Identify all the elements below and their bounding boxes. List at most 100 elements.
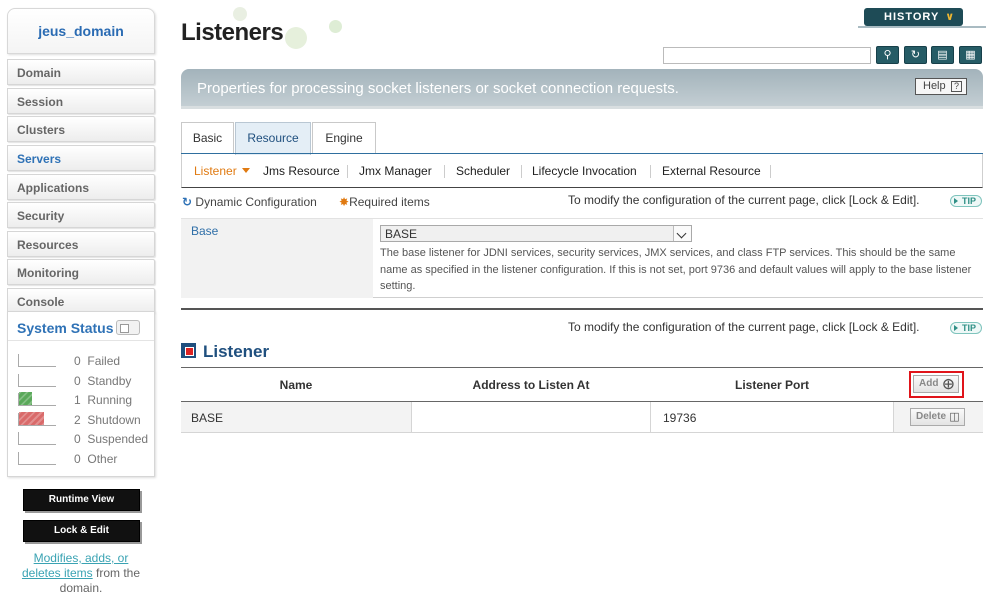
chevron-down-icon: ∨ <box>945 11 956 23</box>
status-row-shutdown: 2 Shutdown <box>18 411 148 429</box>
subnav-listener[interactable]: Listener <box>194 164 250 178</box>
divider <box>8 340 154 341</box>
required-icon: ✸ <box>339 195 350 209</box>
divider <box>770 165 771 178</box>
table-row[interactable]: BASE 19736 Delete ◫ <box>181 402 983 433</box>
status-row-failed: 0 Failed <box>18 352 148 370</box>
cell-port[interactable]: 19736 <box>651 402 893 432</box>
dynamic-config-icon: ↻ <box>182 195 193 209</box>
section-title-text: Listener <box>203 342 270 361</box>
status-count: 0 <box>74 432 81 446</box>
status-row-suspended: 0 Suspended <box>18 430 148 448</box>
base-label: Base <box>191 224 219 238</box>
sidebar-item-servers[interactable]: Servers <box>7 145 155 171</box>
sidebar-item-applications[interactable]: Applications <box>7 174 155 200</box>
status-row-running: 1 Running <box>18 391 148 409</box>
subnav-jmx-manager[interactable]: Jmx Manager <box>359 164 432 178</box>
divider <box>521 165 522 178</box>
sidebar-item-security[interactable]: Security <box>7 202 155 228</box>
status-label: Other <box>87 452 118 466</box>
domain-name[interactable]: jeus_domain <box>8 23 154 39</box>
divider <box>444 165 445 178</box>
help-button[interactable]: Help ? <box>915 78 967 95</box>
base-select[interactable]: BASE <box>380 225 692 242</box>
status-count: 1 <box>74 393 81 407</box>
system-status-panel: System Status 0 Failed 0 Standby 1 Runni… <box>7 311 155 477</box>
required-items-legend: ✸Required items <box>339 195 430 209</box>
divider <box>650 165 651 178</box>
status-label: Shutdown <box>87 413 141 427</box>
chevron-down-icon[interactable] <box>673 226 691 241</box>
system-status-title: System Status <box>17 320 114 336</box>
status-count: 2 <box>74 413 81 427</box>
status-row-standby: 0 Standby <box>18 372 148 390</box>
add-button-highlight <box>909 371 964 398</box>
status-bar <box>18 432 56 445</box>
page-title: Listeners <box>181 19 284 46</box>
search-icon[interactable]: ⚲ <box>876 46 899 64</box>
tab-basic[interactable]: Basic <box>181 122 234 154</box>
sidebar-item-resources[interactable]: Resources <box>7 231 155 257</box>
cell-name[interactable]: BASE <box>181 402 411 432</box>
divider <box>858 26 986 28</box>
delete-icon: ◫ <box>949 411 960 423</box>
tip-text: To modify the configuration of the curre… <box>568 320 920 334</box>
sidebar-item-clusters[interactable]: Clusters <box>7 116 155 142</box>
column-header-name: Name <box>279 378 313 392</box>
decor-dot <box>329 20 342 33</box>
divider <box>893 402 894 432</box>
tip-badge: TIP <box>950 195 982 207</box>
sidebar: jeus_domain Domain Session Clusters Serv… <box>7 8 155 604</box>
status-label: Failed <box>87 354 121 368</box>
resource-subnav: Listener Jms Resource Jmx Manager Schedu… <box>181 154 983 188</box>
sidebar-item-monitoring[interactable]: Monitoring <box>7 259 155 285</box>
search-input[interactable] <box>663 47 871 64</box>
delete-label: Delete <box>916 411 947 422</box>
divider <box>347 165 348 178</box>
question-icon: ? <box>951 81 962 92</box>
cell-address[interactable] <box>412 402 650 432</box>
column-header-address: Address to Listen At <box>472 378 590 392</box>
domain-header[interactable]: jeus_domain <box>7 8 155 54</box>
lock-edit-button[interactable]: Lock & Edit <box>23 520 140 542</box>
sidebar-item-domain[interactable]: Domain <box>7 59 155 85</box>
decor-dot <box>285 27 307 49</box>
history-label: HISTORY <box>884 11 940 23</box>
subnav-external-resource[interactable]: External Resource <box>662 164 761 178</box>
legend-text: Dynamic Configuration <box>195 195 317 209</box>
history-button[interactable]: HISTORY ∨ <box>864 8 963 26</box>
dynamic-config-legend: ↻ Dynamic Configuration <box>182 195 317 209</box>
sidebar-note: Modifies, adds, or deletes items from th… <box>17 551 145 596</box>
dropdown-arrow-icon <box>241 168 250 173</box>
status-toggle-icon[interactable] <box>116 320 140 335</box>
subnav-label: Listener <box>194 164 237 178</box>
subnav-lifecycle-invocation[interactable]: Lifecycle Invocation <box>532 164 637 178</box>
tab-resource[interactable]: Resource <box>235 122 311 155</box>
delete-button[interactable]: Delete ◫ <box>910 408 965 426</box>
tree-icon[interactable]: ▦ <box>959 46 982 64</box>
status-bar <box>18 452 56 465</box>
column-header-port: Listener Port <box>734 378 809 392</box>
field-label-cell: Base <box>181 219 373 298</box>
tab-engine[interactable]: Engine <box>312 122 376 154</box>
help-label: Help <box>923 80 946 92</box>
status-bar <box>18 392 56 406</box>
sidebar-item-session[interactable]: Session <box>7 88 155 114</box>
refresh-icon[interactable]: ↻ <box>904 46 927 64</box>
tip-text: To modify the configuration of the curre… <box>568 193 920 207</box>
section-flag-icon <box>181 343 196 358</box>
status-label: Standby <box>87 374 132 388</box>
xml-icon[interactable]: ▤ <box>931 46 954 64</box>
subnav-scheduler[interactable]: Scheduler <box>456 164 510 178</box>
base-field-row: Base BASE The base listener for JDNI ser… <box>181 218 983 298</box>
legend-text: Required items <box>349 195 430 209</box>
subnav-jms-resource[interactable]: Jms Resource <box>263 164 340 178</box>
runtime-view-button[interactable]: Runtime View <box>23 489 140 511</box>
status-count: 0 <box>74 452 81 466</box>
status-row-other: 0 Other <box>18 450 148 468</box>
base-select-value: BASE <box>385 227 418 241</box>
table-header: Name Address to Listen At Listener Port … <box>181 367 983 402</box>
base-description: The base listener for JDNI services, sec… <box>380 247 972 292</box>
tip-badge: TIP <box>950 322 982 334</box>
banner-text: Properties for processing socket listene… <box>197 80 679 97</box>
